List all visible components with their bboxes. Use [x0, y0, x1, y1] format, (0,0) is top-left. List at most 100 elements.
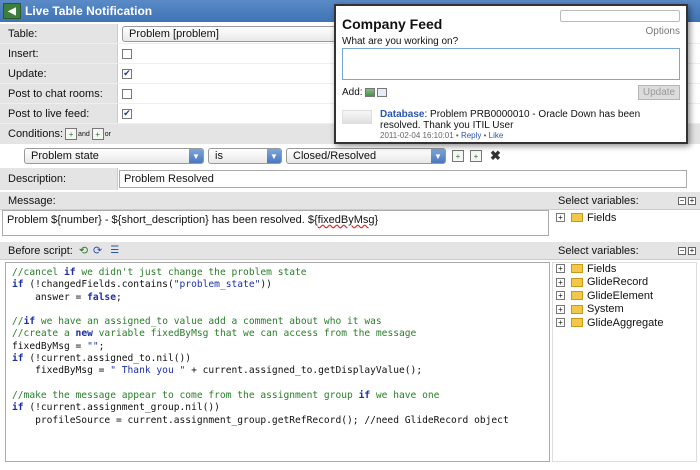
tree-item-glideaggregate[interactable]: + GlideAggregate — [556, 316, 663, 330]
feed-post: Database: Problem PRB0000010 - Oracle Do… — [380, 109, 641, 131]
expand-icon[interactable]: + — [688, 246, 696, 255]
folder-icon — [571, 291, 583, 301]
code-line: fixedByMsg = ""; — [12, 340, 105, 352]
image-icon[interactable] — [364, 88, 375, 97]
add-or-condition-icon[interactable]: + — [470, 150, 482, 162]
or-label: or — [104, 130, 111, 138]
folder-icon — [571, 264, 583, 274]
add-and-condition-icon[interactable]: + — [452, 150, 464, 162]
folder-icon — [571, 318, 583, 328]
tree-item-fields[interactable]: + Fields — [556, 262, 663, 276]
tree-item-label: System — [587, 303, 624, 316]
expand-plus-icon[interactable]: + — [556, 304, 565, 314]
tree-item-gliderecord[interactable]: + GlideRecord — [556, 276, 663, 290]
expand-plus-icon[interactable]: + — [556, 264, 565, 274]
expand-plus-icon[interactable]: + — [556, 213, 565, 223]
feed-prompt: What are you working on? — [342, 36, 459, 47]
update-checkbox[interactable]: ✔ — [122, 68, 132, 79]
back-arrow-icon[interactable]: ◀ — [3, 3, 21, 19]
collapse-icon[interactable]: − — [678, 196, 686, 205]
code-line: //create a new variable fixedByMsg that … — [12, 328, 417, 340]
script-variable-tree: + Fields + GlideRecord + GlideElement + System +… — [556, 262, 663, 330]
expand-plus-icon[interactable]: + — [556, 291, 565, 301]
delete-condition-icon[interactable]: ✖ — [490, 148, 501, 164]
expand-plus-icon[interactable]: + — [556, 277, 565, 287]
feed-add-row: Add: — [342, 87, 387, 98]
message-textarea[interactable]: Problem ${number} - ${short_description}… — [2, 210, 549, 236]
condition-field-select[interactable]: Problem state ▼ — [24, 148, 204, 164]
script-editor[interactable]: //cancel if we didn't just change the pr… — [5, 262, 550, 462]
description-input[interactable]: Problem Resolved — [119, 170, 687, 188]
condition-value-select[interactable]: Closed/Resolved ▼ — [286, 148, 446, 164]
tree-item-fields[interactable]: + Fields — [556, 211, 616, 225]
description-row: Description: Problem Resolved — [0, 168, 700, 190]
table-label: Table: — [0, 24, 118, 43]
insert-label: Insert: — [0, 44, 118, 63]
insert-checkbox[interactable] — [122, 48, 132, 59]
table-select[interactable]: Problem [problem] — [122, 25, 337, 42]
feed-status-input[interactable] — [342, 48, 680, 80]
message-label: Message: — [8, 194, 56, 207]
code-line: fixedByMsg = " Thank you " + current.ass… — [12, 365, 423, 377]
tree-item-label: Fields — [587, 262, 617, 275]
tree-item-label: GlideAggregate — [587, 316, 664, 329]
before-script-header: Before script: ⟲ ⟳ ☰ — [0, 242, 550, 260]
message-header: Message: — [0, 192, 550, 210]
feed-search-input[interactable] — [560, 10, 680, 22]
select-variables-label: Select variables: — [558, 194, 639, 207]
chevron-down-icon: ▼ — [431, 149, 445, 163]
code-line: //cancel if we didn't just change the pr… — [12, 267, 307, 278]
code-line: //make the message appear to come from t… — [12, 389, 440, 401]
folder-icon — [571, 304, 583, 314]
feed-update-button[interactable]: Update — [638, 85, 680, 100]
code-line: answer = false; — [12, 291, 122, 303]
feed-title: Company Feed — [342, 16, 443, 32]
and-label: and — [78, 130, 90, 138]
add-or-condition-icon[interactable]: + — [91, 128, 104, 140]
collapse-icon[interactable]: − — [678, 246, 686, 255]
tree-item-system[interactable]: + System — [556, 303, 663, 317]
company-feed-popup: Company Feed Options What are you workin… — [334, 4, 688, 144]
select-variables-label: Select variables: — [558, 244, 639, 257]
code-line: if (!changedFields.contains("problem_sta… — [12, 279, 272, 291]
code-line: if (!current.assigned_to.nil()) — [12, 353, 192, 365]
notification-form: ◀ Live Table Notification Table: Problem… — [0, 0, 700, 470]
tree-item-glideelement[interactable]: + GlideElement — [556, 289, 663, 303]
description-label: Description: — [0, 168, 118, 190]
chat-label: Post to chat rooms: — [0, 84, 118, 103]
feed-avatar — [342, 110, 372, 124]
script-variables-header: Select variables: − + — [550, 242, 700, 260]
chevron-down-icon: ▼ — [189, 149, 203, 163]
feed-label: Post to live feed: — [0, 104, 118, 123]
feed-reply-link[interactable]: Reply — [461, 131, 481, 140]
conditions-label: Conditions: — [8, 128, 64, 140]
code-line: if (!current.assignment_group.nil()) — [12, 402, 220, 414]
format-code-icon[interactable]: ☰ — [110, 245, 119, 256]
chat-checkbox[interactable] — [122, 88, 132, 99]
folder-icon — [571, 277, 583, 287]
link-icon[interactable] — [376, 88, 387, 97]
chevron-down-icon: ▼ — [267, 149, 281, 163]
refresh-icon[interactable]: ⟳ — [93, 244, 102, 257]
expand-icon[interactable]: + — [688, 196, 696, 205]
tree-item-label: GlideElement — [587, 289, 654, 302]
code-line: //if we have an assigned_to value add a … — [12, 316, 382, 328]
message-variables-header: Select variables: − + — [550, 192, 700, 210]
message-variable-tree: + Fields — [556, 211, 616, 225]
feed-options-link[interactable]: Options — [646, 26, 680, 37]
add-and-condition-icon[interactable]: + — [65, 128, 78, 140]
expand-plus-icon[interactable]: + — [556, 318, 565, 328]
feed-checkbox[interactable]: ✔ — [122, 108, 132, 119]
before-script-label: Before script: — [8, 244, 73, 257]
feed-post-meta: 2011-02-04 16:10:01 • Reply • Like — [380, 131, 504, 140]
tree-item-label: GlideRecord — [587, 276, 649, 289]
folder-icon — [571, 213, 583, 223]
code-line: profileSource = current.assignment_group… — [12, 414, 509, 426]
feed-like-link[interactable]: Like — [489, 131, 504, 140]
check-syntax-icon[interactable]: ⟲ — [79, 244, 88, 257]
condition-operator-select[interactable]: is ▼ — [208, 148, 282, 164]
condition-filter-row: Problem state ▼ is ▼ Closed/Resolved ▼ +… — [0, 146, 700, 166]
feed-post-source[interactable]: Database — [380, 109, 424, 120]
